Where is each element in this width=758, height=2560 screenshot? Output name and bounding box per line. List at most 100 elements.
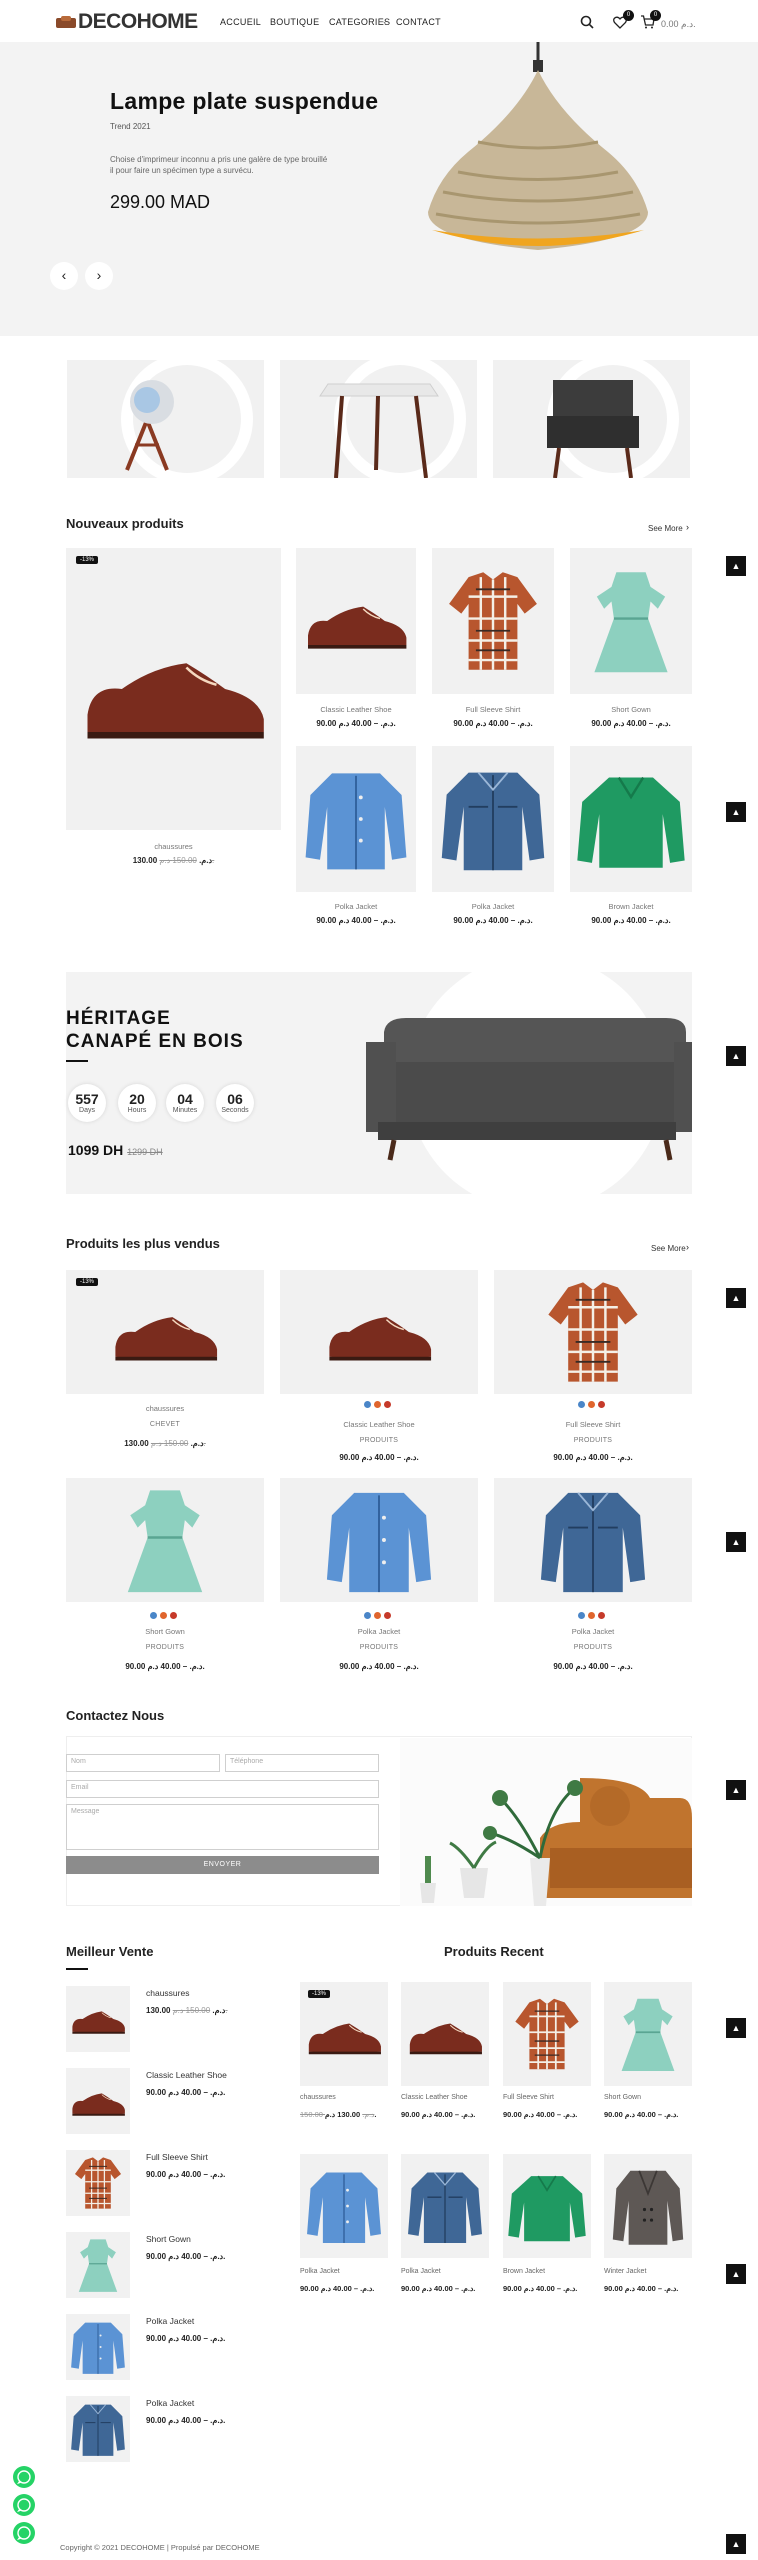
recent-product-card[interactable] [604, 2154, 692, 2258]
product-name[interactable]: Polka Jacket [432, 902, 554, 911]
recent-product-card[interactable] [604, 1982, 692, 2086]
recent-product-card[interactable] [401, 2154, 489, 2258]
scroll-top-button[interactable]: ▲ [726, 1532, 746, 1552]
product-name[interactable]: Full Sleeve Shirt [494, 1420, 692, 1429]
side-product-thumb[interactable] [66, 2068, 130, 2134]
product-name[interactable]: chaussures [66, 1404, 264, 1413]
product-name[interactable]: Polka Jacket [280, 1627, 478, 1636]
product-card[interactable] [296, 746, 416, 892]
recent-product-name[interactable]: Classic Leather Shoe [401, 2094, 468, 2101]
color-swatch[interactable] [150, 1612, 157, 1619]
product-card[interactable] [66, 1478, 264, 1602]
scroll-top-button[interactable]: ▲ [726, 2534, 746, 2554]
product-card[interactable]: -13% [66, 1270, 264, 1394]
product-card[interactable] [570, 548, 692, 694]
color-swatch[interactable] [598, 1401, 605, 1408]
product-card[interactable] [280, 1478, 478, 1602]
recent-product-name[interactable]: Polka Jacket [401, 2268, 441, 2275]
recent-product-card[interactable] [300, 2154, 388, 2258]
side-product-name[interactable]: Polka Jacket [146, 2316, 194, 2326]
product-name[interactable]: Classic Leather Shoe [280, 1420, 478, 1429]
color-swatch[interactable] [170, 1612, 177, 1619]
see-more-link[interactable]: See More [651, 1244, 686, 1253]
product-name[interactable]: Polka Jacket [296, 902, 416, 911]
cart-total[interactable]: 0.00 د.م. [661, 19, 696, 30]
slider-next-button[interactable]: › [85, 262, 113, 290]
email-field[interactable]: Email [66, 1780, 379, 1798]
color-swatch[interactable] [160, 1612, 167, 1619]
scroll-top-button[interactable]: ▲ [726, 1288, 746, 1308]
side-product-name[interactable]: Full Sleeve Shirt [146, 2152, 208, 2162]
slider-prev-button[interactable]: ‹ [50, 262, 78, 290]
color-swatch[interactable] [578, 1612, 585, 1619]
side-product-name[interactable]: Short Gown [146, 2234, 191, 2244]
color-swatch[interactable] [588, 1401, 595, 1408]
product-card[interactable] [494, 1270, 692, 1394]
color-swatch[interactable] [598, 1612, 605, 1619]
recent-product-name[interactable]: Brown Jacket [503, 2268, 545, 2275]
scroll-top-button[interactable]: ▲ [726, 1780, 746, 1800]
submit-button[interactable]: ENVOYER [66, 1856, 379, 1874]
side-product-thumb[interactable] [66, 2232, 130, 2298]
side-product-thumb[interactable] [66, 2150, 130, 2216]
product-name[interactable]: Short Gown [66, 1627, 264, 1636]
search-icon[interactable] [580, 15, 594, 29]
nav-contact[interactable]: CONTACT [396, 17, 441, 27]
side-product-thumb[interactable] [66, 2314, 130, 2380]
recent-product-card[interactable] [503, 1982, 591, 2086]
recent-product-card[interactable]: -13% [300, 1982, 388, 2086]
product-name[interactable]: Brown Jacket [570, 902, 692, 911]
side-product-thumb[interactable] [66, 1986, 130, 2052]
logo-text[interactable]: DECOHOME [78, 10, 198, 34]
color-swatch[interactable] [384, 1612, 391, 1619]
recent-product-name[interactable]: chaussures [300, 2094, 336, 2101]
product-card[interactable] [432, 746, 554, 892]
color-swatch[interactable] [364, 1401, 371, 1408]
category-banner-chair[interactable] [493, 360, 690, 478]
recent-product-name[interactable]: Winter Jacket [604, 2268, 646, 2275]
deal-banner[interactable] [66, 972, 692, 1194]
product-name[interactable]: Short Gown [570, 705, 692, 714]
recent-product-name[interactable]: Polka Jacket [300, 2268, 340, 2275]
recent-product-card[interactable] [401, 1982, 489, 2086]
category-banner-lamp[interactable] [67, 360, 264, 478]
product-name[interactable]: Full Sleeve Shirt [432, 705, 554, 714]
product-category[interactable]: PRODUITS [280, 1644, 478, 1651]
logo-icon[interactable] [56, 16, 76, 28]
product-card[interactable] [494, 1478, 692, 1602]
recent-product-name[interactable]: Full Sleeve Shirt [503, 2094, 554, 2101]
product-category[interactable]: PRODUITS [66, 1644, 264, 1651]
name-field[interactable]: Nom [66, 1754, 220, 1772]
product-name[interactable]: chaussures [66, 842, 281, 851]
product-card[interactable] [432, 548, 554, 694]
side-product-name[interactable]: Classic Leather Shoe [146, 2070, 227, 2080]
color-swatch[interactable] [384, 1401, 391, 1408]
product-name[interactable]: Polka Jacket [494, 1627, 692, 1636]
recent-product-name[interactable]: Short Gown [604, 2094, 641, 2101]
scroll-top-button[interactable]: ▲ [726, 2018, 746, 2038]
side-product-name[interactable]: Polka Jacket [146, 2398, 194, 2408]
color-swatch[interactable] [578, 1401, 585, 1408]
category-banner-table[interactable] [280, 360, 477, 478]
color-swatch[interactable] [374, 1401, 381, 1408]
chevron-right-icon[interactable]: › [686, 1242, 689, 1252]
whatsapp-button[interactable] [13, 2466, 35, 2488]
product-card[interactable] [296, 548, 416, 694]
color-swatch[interactable] [588, 1612, 595, 1619]
whatsapp-button[interactable] [13, 2522, 35, 2544]
product-category[interactable]: PRODUITS [494, 1437, 692, 1444]
product-category[interactable]: PRODUITS [280, 1437, 478, 1444]
recent-product-card[interactable] [503, 2154, 591, 2258]
product-category[interactable]: CHEVET [66, 1421, 264, 1428]
product-card-featured[interactable]: -13% [66, 548, 281, 830]
scroll-top-button[interactable]: ▲ [726, 1046, 746, 1066]
chevron-right-icon[interactable]: › [686, 522, 689, 532]
see-more-link[interactable]: See More [648, 524, 683, 533]
scroll-top-button[interactable]: ▲ [726, 556, 746, 576]
nav-accueil[interactable]: ACCUEIL [220, 17, 261, 27]
phone-field[interactable]: Téléphone [225, 1754, 379, 1772]
scroll-top-button[interactable]: ▲ [726, 802, 746, 822]
product-card[interactable] [570, 746, 692, 892]
side-product-thumb[interactable] [66, 2396, 130, 2462]
color-swatch[interactable] [364, 1612, 371, 1619]
